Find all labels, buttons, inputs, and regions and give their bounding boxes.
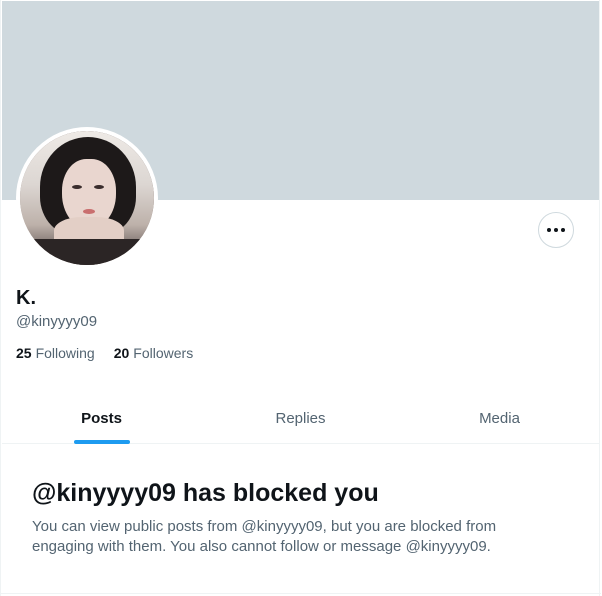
tab-media[interactable]: Media <box>400 393 599 443</box>
blocked-notice: @kinyyyy09 has blocked you You can view … <box>32 477 572 557</box>
user-handle: @kinyyyy09 <box>16 313 98 330</box>
profile-avatar[interactable] <box>20 131 154 265</box>
blocked-title: @kinyyyy09 has blocked you <box>32 479 379 507</box>
more-options-button[interactable] <box>538 212 574 248</box>
tab-posts[interactable]: Posts <box>2 393 201 444</box>
profile-page: K. @kinyyyy09 25 Following 20 Followers … <box>0 0 601 596</box>
following-label: Following <box>35 345 95 361</box>
blocked-message: You can view public posts from @kinyyyy0… <box>32 518 497 555</box>
avatar-photo-eye <box>72 185 82 189</box>
following-count: 25 <box>16 345 32 361</box>
avatar-photo-lips <box>83 209 95 214</box>
followers-link[interactable]: 20 Followers <box>114 344 193 362</box>
divider <box>1 593 601 594</box>
following-link[interactable]: 25 Following <box>16 344 95 362</box>
tab-replies-label: Replies <box>275 409 326 427</box>
followers-count: 20 <box>113 345 130 361</box>
avatar-photo-shirt <box>20 239 154 265</box>
follow-stats: 25 Following 20 Followers <box>16 344 212 362</box>
avatar-border <box>16 127 158 269</box>
tab-posts-label: Posts <box>81 409 122 427</box>
profile-tabs: Posts Replies Media <box>2 393 599 444</box>
avatar-photo-eye <box>94 185 104 189</box>
tab-media-label: Media <box>479 409 520 427</box>
display-name: K. <box>16 287 36 309</box>
active-tab-indicator <box>73 440 130 444</box>
followers-label: Followers <box>133 345 194 361</box>
more-horizontal-icon-dot <box>561 228 565 232</box>
tab-replies[interactable]: Replies <box>201 393 400 443</box>
more-horizontal-icon-dot <box>554 228 558 232</box>
more-horizontal-icon <box>547 228 551 232</box>
